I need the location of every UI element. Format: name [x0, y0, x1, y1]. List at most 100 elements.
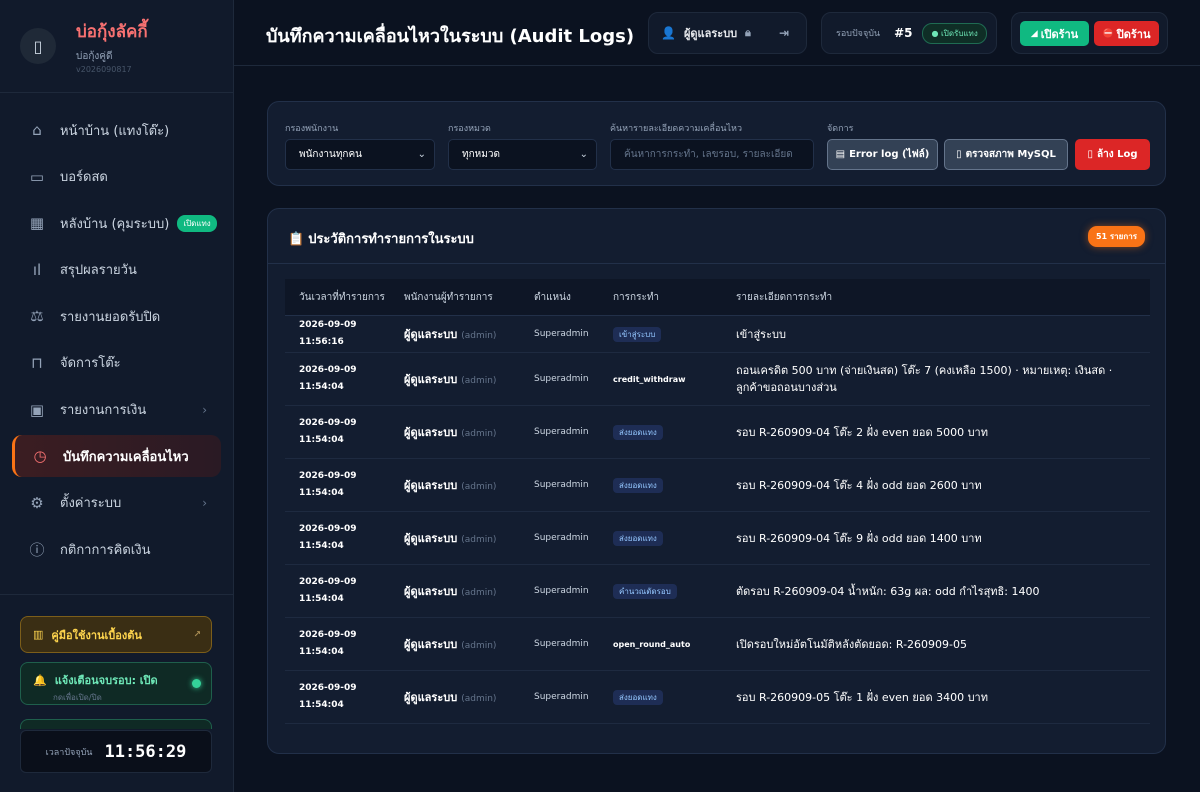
log-action: เข้าสู่ระบบ: [613, 326, 662, 342]
log-username: (admin): [461, 641, 497, 651]
log-role: Superadmin: [534, 586, 589, 596]
log-timestamp: 2026-09-09 11:54:04: [299, 524, 357, 551]
sidebar-item-5[interactable]: ⊓ จัดการโต๊ะ: [12, 342, 221, 384]
sidebar-item-label: จัดการโต๊ะ: [60, 356, 121, 372]
sidebar-item-label: รายงานยอดรับปิด: [60, 309, 161, 325]
log-username: (admin): [461, 482, 497, 492]
logout-icon[interactable]: ⇥: [779, 26, 789, 40]
audit-log-title: 📋 ประวัติการทำรายการในระบบ: [288, 228, 474, 249]
sidebar-item-label: หน้าบ้าน (แทงโต๊ะ): [60, 123, 170, 139]
open-shop-button[interactable]: ◢ เปิดร้าน: [1020, 21, 1089, 46]
sidebar-item-2[interactable]: ▦ หลังบ้าน (คุมระบบ) เปิดแทง: [12, 202, 221, 244]
sidebar-item-3[interactable]: ıl สรุปผลรายวัน: [12, 249, 221, 291]
current-round-indicator: รอบปัจจุบัน #5 ● เปิดรับแทง: [821, 12, 997, 54]
table-body: 2026-09-09 11:56:16 ผู้ดูแลระบบ (admin) Sup…: [285, 316, 1150, 724]
clock-value: 11:56:29: [104, 741, 187, 762]
log-role: Superadmin: [534, 692, 589, 702]
category-filter-label: กรองหมวด: [448, 124, 491, 134]
log-user: ผู้ดูแลระบบ: [404, 532, 458, 545]
notification-title: แจ้งเตือนจบรอบ: เปิด: [54, 674, 158, 687]
book-icon: ▯: [20, 28, 56, 64]
gear-icon: ⚙: [30, 493, 44, 512]
clear-log-button[interactable]: ▯ ล้าง Log: [1075, 139, 1150, 170]
check-mysql-label: ตรวจสภาพ MySQL: [965, 149, 1056, 160]
close-shop-button[interactable]: ⛔ ปิดร้าน: [1094, 21, 1159, 46]
chevron-right-icon: ›: [202, 495, 207, 510]
book-open-icon: ▥: [33, 628, 44, 641]
table-row: 2026-09-09 11:54:04 ผู้ดูแลระบบ (admin) Sup…: [285, 353, 1150, 406]
category-filter-select[interactable]: ทุกหมวด ⌄: [448, 139, 597, 170]
log-role: Superadmin: [534, 374, 589, 384]
lock-icon[interactable]: 🔒︎: [745, 26, 751, 40]
user-guide-button[interactable]: ▥ คู่มือใช้งานเบื้องต้น ↗: [20, 616, 212, 653]
column-header-action[interactable]: การกระทำ: [613, 290, 736, 305]
sidebar-item-7[interactable]: ◷ บันทึกความเคลื่อนไหว: [12, 435, 221, 478]
log-timestamp: 2026-09-09 11:54:04: [299, 630, 357, 657]
notification-hint: กดเพื่อเปิด/ปิด: [53, 693, 102, 702]
log-username: (admin): [461, 588, 497, 598]
sidebar-item-1[interactable]: ▭ บอร์ดสด: [12, 156, 221, 198]
search-input[interactable]: ค้นหาการกระทำ, เลขรอบ, รายละเอียด: [610, 139, 814, 170]
log-timestamp: 2026-09-09 11:56:16: [299, 320, 357, 347]
round-end-notification-toggle[interactable]: 🔔 แจ้งเตือนจบรอบ: เปิด กดเพื่อเปิด/ปิด: [20, 662, 212, 705]
log-timestamp: 2026-09-09 11:54:04: [299, 577, 357, 604]
staff-filter-select[interactable]: พนักงานทุกคน ⌄: [285, 139, 435, 170]
close-shop-label: ปิดร้าน: [1116, 27, 1151, 41]
audit-log-table: วันเวลาที่ทำรายการ พนักงานผู้ทำรายการ ตำ…: [285, 279, 1150, 724]
sidebar-item-6[interactable]: ▣ รายงานการเงิน ›: [12, 389, 221, 431]
audit-log-title-text: ประวัติการทำรายการในระบบ: [308, 232, 474, 247]
log-detail: รอบ R-260909-05 โต๊ะ 1 ฝั่ง even ยอด 340…: [736, 690, 988, 704]
clipboard-icon: 📋: [288, 232, 305, 247]
sidebar-item-9[interactable]: ⓘ กติกาการคิดเงิน: [12, 528, 221, 570]
bar-chart-icon: ıl: [32, 260, 42, 279]
database-icon: ▯: [956, 149, 962, 160]
home-icon: ⌂: [32, 121, 42, 139]
table-row: 2026-09-09 11:54:04 ผู้ดูแลระบบ (admin) Sup…: [285, 459, 1150, 512]
log-username: (admin): [461, 331, 497, 341]
trash-icon: ▯: [1087, 149, 1093, 160]
user-menu[interactable]: 👤 ผู้ดูแลระบบ 🔒︎ ⇥: [648, 12, 807, 54]
log-role: Superadmin: [534, 329, 589, 339]
column-header-time[interactable]: วันเวลาที่ทำรายการ: [285, 290, 404, 305]
column-header-detail[interactable]: รายละเอียดการกระทำ: [736, 290, 1150, 305]
round-number: #5: [894, 26, 913, 40]
sidebar-item-0[interactable]: ⌂ หน้าบ้าน (แทงโต๊ะ): [12, 109, 221, 151]
user-icon: 👤: [661, 26, 676, 40]
error-log-button[interactable]: ▤ Error log (ไฟล์): [827, 139, 938, 170]
log-action: ส่งยอดแทง: [613, 424, 663, 440]
column-header-role[interactable]: ตำแหน่ง: [534, 290, 613, 305]
log-action: open_round_auto: [613, 639, 691, 649]
shop-controls: ◢ เปิดร้าน ⛔ ปิดร้าน: [1011, 12, 1168, 54]
page-title: บันทึกความเคลื่อนไหวในระบบ (Audit Logs): [266, 26, 635, 47]
audit-log-card: 📋 ประวัติการทำรายการในระบบ 51 รายการ วันเ…: [267, 208, 1166, 754]
search-label: ค้นหารายละเอียดความเคลื่อนไหว: [610, 124, 743, 134]
log-user: ผู้ดูแลระบบ: [404, 479, 458, 492]
log-user: ผู้ดูแลระบบ: [404, 638, 458, 651]
sidebar-item-4[interactable]: ⚖ รายงานยอดรับปิด: [12, 295, 221, 337]
table-header: วันเวลาที่ทำรายการ พนักงานผู้ทำรายการ ตำ…: [285, 279, 1150, 316]
log-user: ผู้ดูแลระบบ: [404, 328, 458, 341]
sidebar-item-label: บอร์ดสด: [60, 170, 108, 186]
sidebar-item-8[interactable]: ⚙ ตั้งค่าระบบ ›: [12, 482, 221, 524]
chevron-down-icon: ⌄: [579, 149, 588, 160]
log-action: credit_withdraw: [613, 374, 686, 384]
external-link-icon: ↗: [193, 629, 201, 640]
check-mysql-button[interactable]: ▯ ตรวจสภาพ MySQL: [944, 139, 1068, 170]
manage-label: จัดการ: [827, 124, 854, 134]
scale-icon: ⚖: [30, 307, 44, 326]
user-guide-label: คู่มือใช้งานเบื้องต้น: [51, 628, 142, 642]
log-user: ผู้ดูแลระบบ: [404, 426, 458, 439]
sidebar-footer: ▥ คู่มือใช้งานเบื้องต้น ↗ 🔔 แจ้งเตือนจบรอ…: [0, 594, 234, 773]
error-log-label: Error log (ไฟล์): [849, 149, 930, 160]
staff-filter-value: พนักงานทุกคน: [299, 149, 362, 160]
log-action: ส่งยอดแทง: [613, 689, 663, 705]
staff-filter-label: กรองพนักงาน: [285, 124, 339, 134]
chevron-down-icon: ⌄: [417, 149, 426, 160]
table-row: 2026-09-09 11:54:04 ผู้ดูแลระบบ (admin) Sup…: [285, 671, 1150, 724]
table-row: 2026-09-09 11:54:04 ผู้ดูแลระบบ (admin) Sup…: [285, 565, 1150, 618]
sidebar-item-label: ตั้งค่าระบบ: [60, 496, 122, 512]
column-header-staff[interactable]: พนักงานผู้ทำรายการ: [404, 290, 534, 305]
info-icon: ⓘ: [29, 540, 45, 559]
brand-subtitle: บ่อกุ้งคู่ดี: [76, 51, 113, 62]
sidebar: ▯ บ่อกุ้งลัคกี้ บ่อกุ้งคู่ดี v2026090817…: [0, 0, 234, 792]
